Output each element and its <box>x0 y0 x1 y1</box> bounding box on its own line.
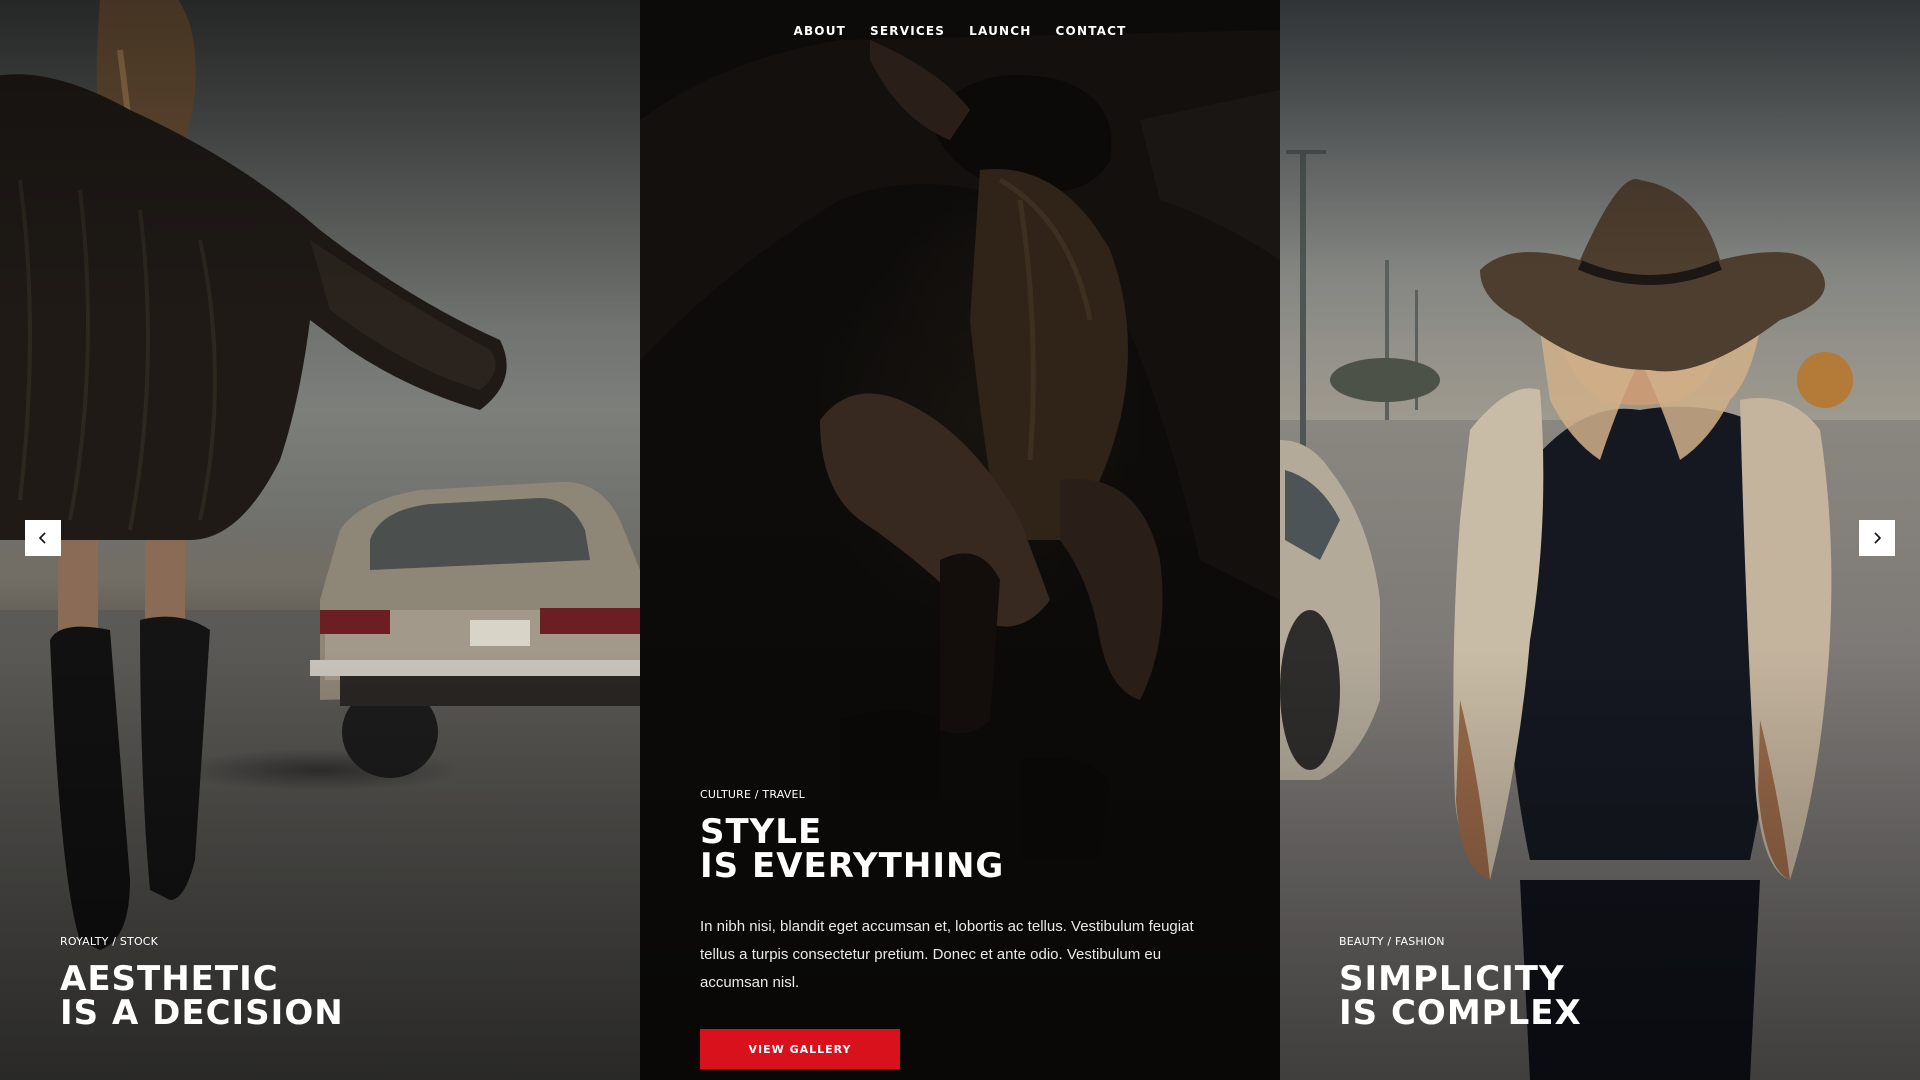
chevron-right-icon <box>1874 532 1882 544</box>
slide-left[interactable] <box>0 0 640 1080</box>
headline-line: STYLE <box>700 812 823 852</box>
slide-headline[interactable]: SIMPLICITY IS COMPLEX <box>1339 962 1582 1030</box>
slide-left-caption: ROYALTY / STOCK AESTHETIC IS A DECISION <box>60 935 344 1030</box>
headline-line: IS A DECISION <box>60 993 344 1033</box>
slide-headline[interactable]: AESTHETIC IS A DECISION <box>60 962 344 1030</box>
slide-category[interactable]: CULTURE / TRAVEL <box>700 788 1240 801</box>
prev-slide-button[interactable] <box>25 520 61 556</box>
headline-line: SIMPLICITY <box>1339 959 1565 999</box>
panel-shade <box>1280 0 1920 1080</box>
slide-headline[interactable]: STYLE IS EVERYTHING <box>700 815 1240 883</box>
chevron-left-icon <box>38 532 46 544</box>
nav-item-about[interactable]: ABOUT <box>793 24 846 44</box>
slide-center-caption: CULTURE / TRAVEL STYLE IS EVERYTHING In … <box>700 788 1240 1069</box>
view-gallery-button[interactable]: VIEW GALLERY <box>700 1029 900 1069</box>
slide-right-caption: BEAUTY / FASHION SIMPLICITY IS COMPLEX <box>1339 935 1582 1030</box>
headline-line: IS COMPLEX <box>1339 993 1582 1033</box>
nav-item-launch[interactable]: LAUNCH <box>969 24 1031 44</box>
next-slide-button[interactable] <box>1859 520 1895 556</box>
nav-item-contact[interactable]: CONTACT <box>1056 24 1127 44</box>
slide-category[interactable]: BEAUTY / FASHION <box>1339 935 1582 948</box>
slide-category[interactable]: ROYALTY / STOCK <box>60 935 344 948</box>
slide-right[interactable] <box>1280 0 1920 1080</box>
headline-line: AESTHETIC <box>60 959 279 999</box>
main-nav: ABOUT SERVICES LAUNCH CONTACT <box>0 24 1920 44</box>
nav-item-services[interactable]: SERVICES <box>870 24 945 44</box>
panel-shade <box>0 0 640 1080</box>
slide-description: In nibh nisi, blandit eget accumsan et, … <box>700 918 1194 991</box>
headline-line: IS EVERYTHING <box>700 846 1005 886</box>
